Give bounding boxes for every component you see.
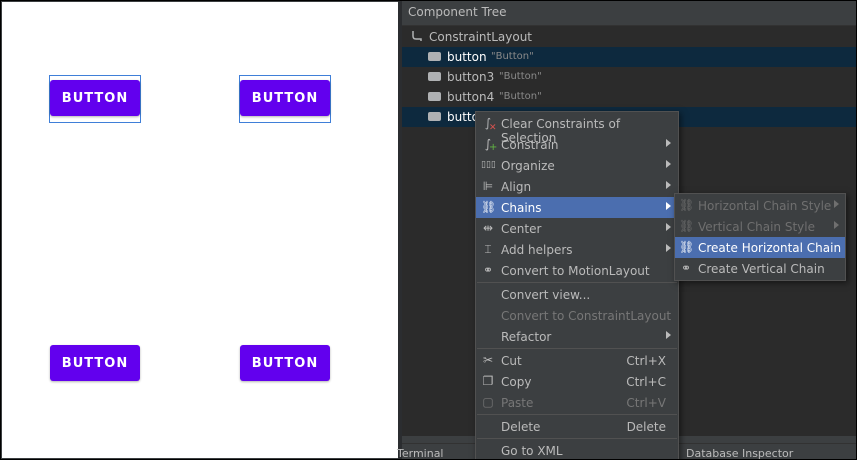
chains-submenu: ⛓ Horizontal Chain Style ⛓ Vertical Chai… [674, 193, 846, 281]
menu-item-refactor[interactable]: Refactor [476, 326, 678, 347]
motion-layout-icon: ⚭ [482, 263, 494, 277]
canvas-button[interactable]: BUTTON [50, 345, 140, 381]
menu-item-paste: ▢ Paste Ctrl+V [482, 395, 666, 410]
horizontal-chain-icon: ⛓ [679, 240, 695, 254]
submenu-item-horizontal-chain-style: ⛓ Horizontal Chain Style [675, 195, 845, 216]
button-icon [428, 92, 441, 101]
submenu-item-create-vertical-chain[interactable]: ⚭ Create Vertical Chain [675, 258, 845, 279]
menu-item-chains[interactable]: ⛓ Chains [476, 197, 678, 218]
menu-separator [477, 438, 677, 439]
menu-item-convert-view[interactable]: Convert view... [476, 284, 678, 305]
tree-row-text: "Button" [491, 51, 534, 62]
submenu-arrow-icon [834, 221, 839, 229]
menu-item-center[interactable]: ⇹ Center [476, 218, 678, 239]
menu-item-clear-constraints[interactable]: ∫ ✕ Clear Constraints of Selection [476, 113, 678, 145]
center-icon: ⇹ [482, 221, 494, 235]
add-helpers-icon: ⌶ [484, 242, 492, 256]
menu-item-add-helpers[interactable]: ⌶ Add helpers [476, 239, 678, 260]
menu-item-copy[interactable]: ❐ Copy Ctrl+C [476, 371, 678, 392]
menu-separator [477, 282, 677, 283]
tree-root[interactable]: ConstraintLayout [402, 27, 856, 47]
ide-window: BUTTON BUTTON BUTTON BUTTON Component Tr… [0, 0, 857, 460]
menu-item-align[interactable]: ⊫ Align [476, 176, 678, 197]
database-inspector-tab[interactable]: Database Inspector [686, 447, 793, 459]
menu-item-delete[interactable]: Delete Delete [476, 416, 678, 437]
design-canvas[interactable]: BUTTON BUTTON BUTTON BUTTON [2, 2, 398, 458]
menu-item-constrain[interactable]: ∫ + Constrain [476, 134, 678, 155]
organize-icon: ▯▯▯ [481, 160, 496, 170]
clear-constraints-icon: ∫ ✕ [484, 116, 497, 133]
tree-row[interactable]: button4 "Button" [402, 87, 856, 107]
submenu-arrow-icon [666, 139, 671, 147]
tree-row[interactable]: button "Button" [402, 47, 856, 67]
tree-row[interactable]: button3 "Button" [402, 67, 856, 87]
menu-item-convert-motionlayout[interactable]: ⚭ Convert to MotionLayout [476, 260, 678, 281]
submenu-arrow-icon [666, 223, 671, 231]
menu-separator [477, 348, 677, 349]
submenu-arrow-icon [666, 160, 671, 168]
tree-row-name: button [447, 50, 487, 64]
tree-row-text: "Button" [499, 71, 542, 82]
button-icon [428, 72, 441, 81]
constraint-layout-icon [412, 31, 422, 41]
submenu-arrow-icon [666, 331, 671, 339]
panel-header: Component Tree [402, 1, 856, 26]
menu-item-organize[interactable]: ▯▯▯ Organize [476, 155, 678, 176]
submenu-arrow-icon [666, 202, 671, 210]
canvas-button[interactable]: BUTTON [50, 80, 140, 116]
button-icon [428, 112, 441, 121]
align-icon: ⊫ [482, 179, 494, 193]
submenu-arrow-icon [666, 181, 671, 189]
menu-separator [477, 414, 677, 415]
terminal-tab[interactable]: Terminal [397, 447, 444, 459]
tree-row-name: button3 [447, 70, 495, 84]
constrain-icon: ∫ + [484, 137, 498, 153]
panel-title: Component Tree [408, 5, 507, 19]
chain-style-icon: ⛓ [679, 198, 695, 212]
submenu-arrow-icon [666, 244, 671, 252]
button-icon [428, 52, 441, 61]
tree-row-name: button4 [447, 90, 495, 104]
submenu-item-create-horizontal-chain[interactable]: ⛓ Create Horizontal Chain [675, 237, 845, 258]
menu-item-convert-constraintlayout: Convert to ConstraintLayout [501, 309, 672, 323]
scissors-icon: ✂ [482, 353, 494, 367]
tree-row-text: "Button" [499, 91, 542, 102]
submenu-item-vertical-chain-style: ⛓ Vertical Chain Style [675, 216, 845, 237]
canvas-button[interactable]: BUTTON [240, 345, 330, 381]
submenu-arrow-icon [834, 200, 839, 208]
menu-item-cut[interactable]: ✂ Cut Ctrl+X [476, 350, 678, 371]
vertical-chain-icon: ⚭ [680, 261, 692, 275]
context-menu: ∫ ✕ Clear Constraints of Selection ∫ + Con… [475, 111, 679, 459]
chains-icon: ⛓ [481, 200, 497, 214]
menu-item-go-to-xml[interactable]: Go to XML [476, 440, 678, 459]
tree-root-label: ConstraintLayout [429, 30, 533, 44]
copy-icon: ❐ [482, 374, 494, 388]
canvas-button[interactable]: BUTTON [240, 80, 330, 116]
paste-icon: ▢ [482, 395, 494, 409]
chain-style-icon: ⛓ [679, 219, 695, 233]
